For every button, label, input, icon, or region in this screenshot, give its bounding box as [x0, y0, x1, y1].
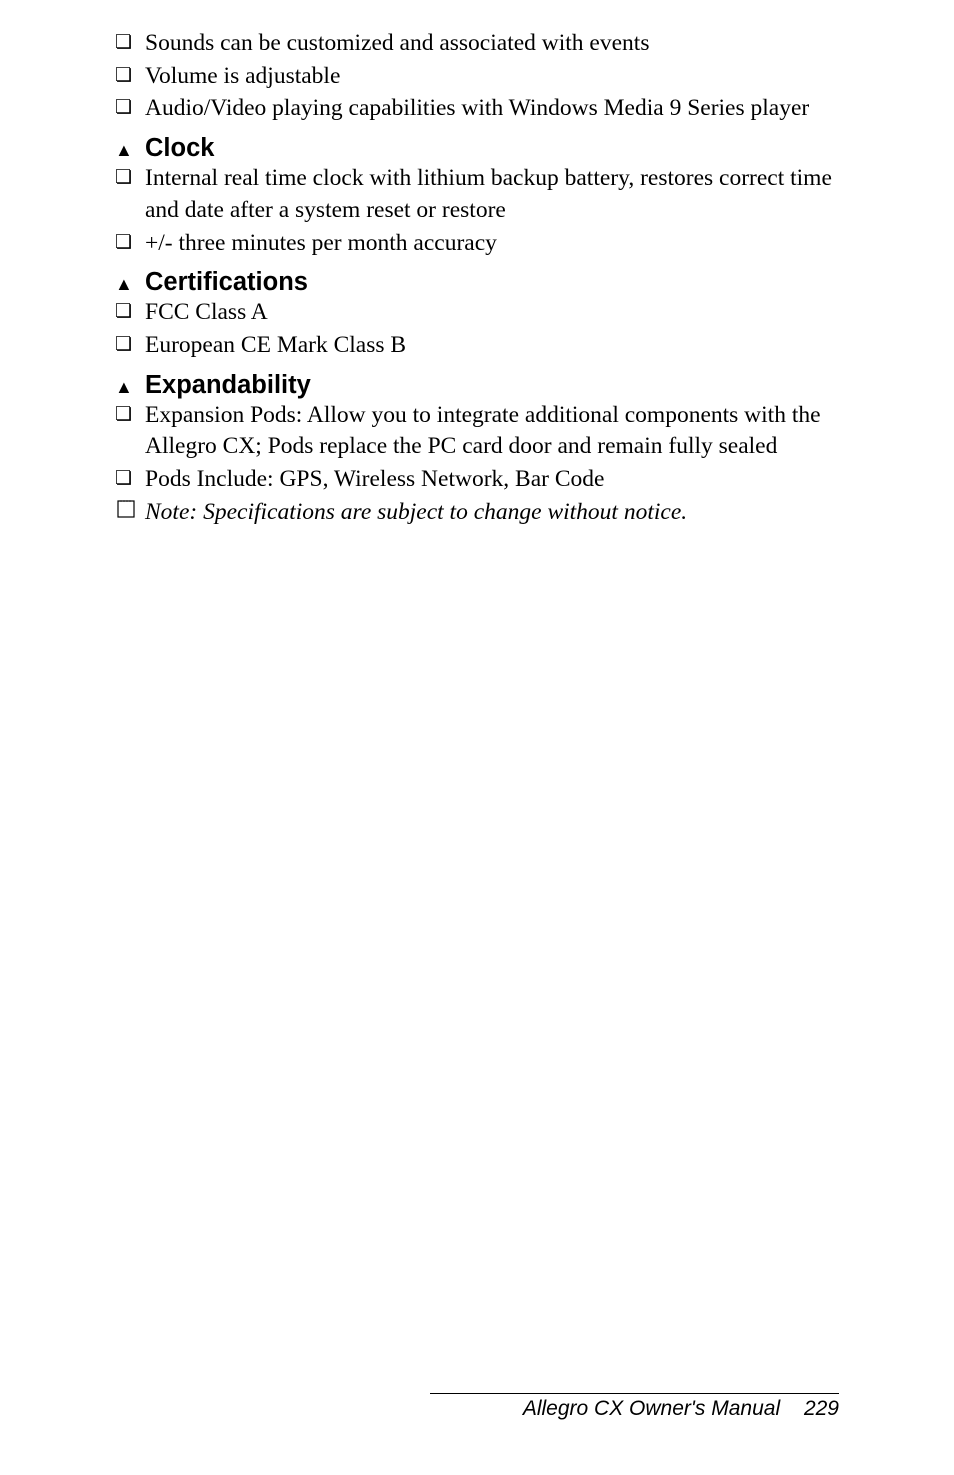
- body-text: Pods Include: GPS, Wireless Network, Bar…: [145, 464, 604, 496]
- checkbox-icon: ❏: [115, 93, 145, 121]
- list-item: ❏ European CE Mark Class B: [115, 330, 839, 362]
- list-item: ❏ FCC Class A: [115, 297, 839, 329]
- checkbox-icon: ❏: [115, 28, 145, 56]
- checkbox-icon: ❏: [115, 330, 145, 358]
- list-item: ❏ +/- three minutes per month accuracy: [115, 228, 839, 260]
- list-item: ❏ Expansion Pods: Allow you to integrate…: [115, 400, 839, 463]
- heading-text: Clock: [145, 134, 214, 163]
- body-text: European CE Mark Class B: [145, 330, 406, 362]
- body-text: +/- three minutes per month accuracy: [145, 228, 497, 260]
- note-icon: [115, 497, 145, 527]
- section-heading-expandability: ▲ Expandability: [115, 371, 839, 400]
- page-number: 229: [804, 1397, 839, 1420]
- list-item: ❏ Volume is adjustable: [115, 61, 839, 93]
- body-text: Expansion Pods: Allow you to integrate a…: [145, 400, 839, 463]
- checkbox-icon: ❏: [115, 297, 145, 325]
- body-text: Audio/Video playing capabilities with Wi…: [145, 93, 809, 125]
- note-text: Note: Specifications are subject to chan…: [145, 497, 687, 529]
- body-text: Internal real time clock with lithium ba…: [145, 163, 839, 226]
- page-footer: Allegro CX Owner's Manual 229: [430, 1393, 839, 1421]
- list-item: ❏ Sounds can be customized and associate…: [115, 28, 839, 60]
- checkbox-icon: ❏: [115, 464, 145, 492]
- checkbox-icon: ❏: [115, 61, 145, 89]
- section-heading-clock: ▲ Clock: [115, 134, 839, 163]
- list-item: ❏ Internal real time clock with lithium …: [115, 163, 839, 226]
- body-text: Volume is adjustable: [145, 61, 340, 93]
- body-text: Sounds can be customized and associated …: [145, 28, 649, 60]
- note-item: Note: Specifications are subject to chan…: [115, 497, 839, 529]
- triangle-icon: ▲: [115, 140, 145, 161]
- body-text: FCC Class A: [145, 297, 268, 329]
- list-item: ❏ Pods Include: GPS, Wireless Network, B…: [115, 464, 839, 496]
- triangle-icon: ▲: [115, 377, 145, 398]
- checkbox-icon: ❏: [115, 163, 145, 191]
- heading-text: Certifications: [145, 268, 308, 297]
- footer-title: Allegro CX Owner's Manual: [523, 1397, 780, 1420]
- section-heading-certifications: ▲ Certifications: [115, 268, 839, 297]
- heading-text: Expandability: [145, 371, 311, 400]
- checkbox-icon: ❏: [115, 400, 145, 428]
- triangle-icon: ▲: [115, 274, 145, 295]
- list-item: ❏ Audio/Video playing capabilities with …: [115, 93, 839, 125]
- checkbox-icon: ❏: [115, 228, 145, 256]
